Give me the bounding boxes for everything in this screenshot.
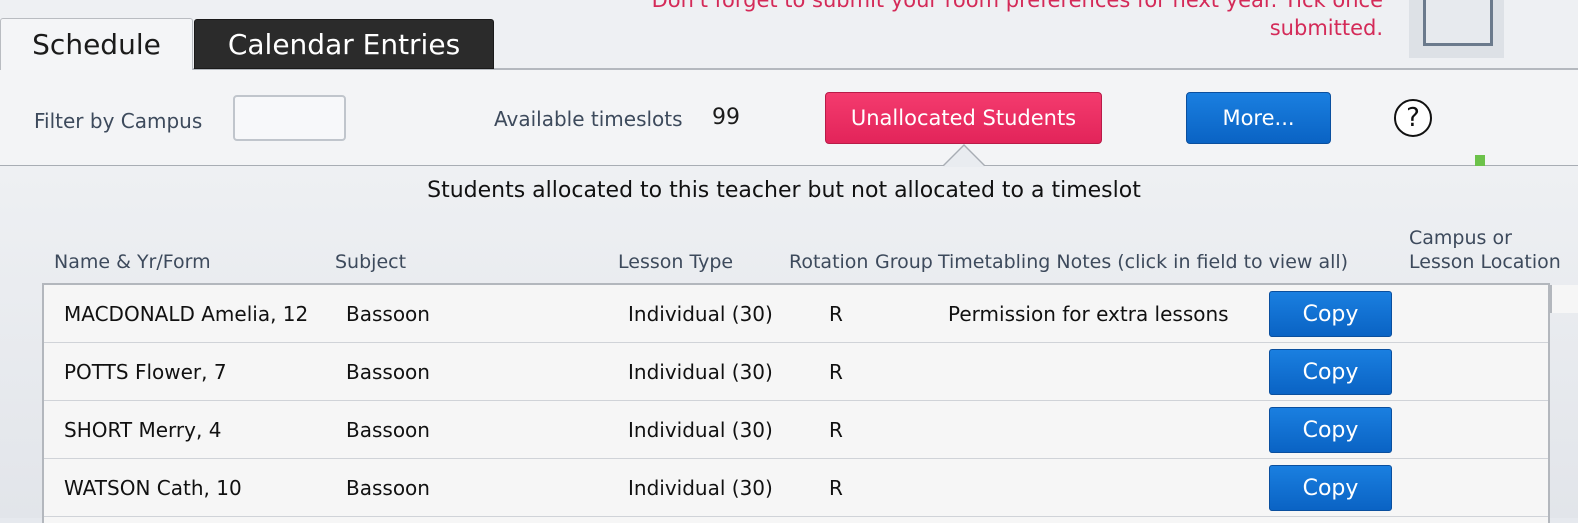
rotation-cell: R: [829, 476, 843, 500]
toolbar: Filter by Campus Available timeslots 99 …: [0, 70, 1578, 166]
lesson-type-cell: Individual (30): [628, 360, 773, 384]
unallocated-students-panel: Students allocated to this teacher but n…: [0, 166, 1578, 523]
lesson-type-cell: Individual (30): [628, 302, 773, 326]
column-header-name: Name & Yr/Form: [54, 251, 211, 273]
timetabling-notes-cell[interactable]: Permission for extra lessons: [948, 302, 1229, 326]
lesson-type-cell: Individual (30): [628, 476, 773, 500]
table-row[interactable]: MACDONALD Amelia, 12 Bassoon Individual …: [44, 285, 1548, 343]
column-header-group: Group: [875, 251, 933, 273]
panel-title: Students allocated to this teacher but n…: [427, 178, 1141, 203]
tab-schedule[interactable]: Schedule: [0, 18, 193, 70]
subject-cell: Bassoon: [346, 476, 430, 500]
status-marker: [1475, 155, 1485, 166]
rotation-cell: R: [829, 302, 843, 326]
more-button[interactable]: More...: [1186, 92, 1331, 144]
available-timeslots-label: Available timeslots: [494, 107, 683, 131]
column-header-timetabling-notes: Timetabling Notes (click in field to vie…: [938, 251, 1349, 273]
available-timeslots-value: 99: [712, 105, 740, 130]
filter-campus-field[interactable]: [233, 95, 346, 141]
subject-cell: Bassoon: [346, 360, 430, 384]
popover-pointer: [943, 146, 985, 167]
notice-line-1: Don't forget to submit your room prefere…: [651, 0, 1383, 12]
copy-button[interactable]: Copy: [1269, 291, 1392, 337]
student-name: SHORT Merry, 4: [64, 418, 222, 442]
lesson-type-cell: Individual (30): [628, 418, 773, 442]
notice-line-2: submitted.: [1269, 16, 1383, 40]
tab-calendar-entries[interactable]: Calendar Entries: [194, 19, 494, 69]
students-table: MACDONALD Amelia, 12 Bassoon Individual …: [42, 283, 1550, 523]
column-header-location-line-1: Campus or: [1409, 227, 1512, 249]
student-name: MACDONALD Amelia, 12: [64, 302, 309, 326]
rotation-cell: R: [829, 360, 843, 384]
submitted-checkbox[interactable]: [1423, 0, 1493, 46]
student-name: WATSON Cath, 10: [64, 476, 242, 500]
column-header-location: Campus or Lesson Location: [1409, 226, 1561, 274]
column-header-subject: Subject: [335, 251, 407, 273]
column-header-location-line-2: Lesson Location: [1409, 251, 1561, 273]
copy-button[interactable]: Copy: [1269, 349, 1392, 395]
table-row[interactable]: SHORT Merry, 4 Bassoon Individual (30) R…: [44, 401, 1548, 459]
rotation-cell: R: [829, 418, 843, 442]
column-header-lesson-type: Lesson Type: [618, 251, 734, 273]
copy-button[interactable]: Copy: [1269, 465, 1392, 511]
table-row[interactable]: WATSON Cath, 10 Bassoon Individual (30) …: [44, 459, 1548, 517]
room-preferences-notice: Don't forget to submit your room prefere…: [563, 0, 1383, 42]
column-header-rotation: Rotation: [789, 251, 869, 273]
submitted-checkbox-area: [1409, 0, 1504, 58]
subject-cell: Bassoon: [346, 302, 430, 326]
unallocated-students-button[interactable]: Unallocated Students: [825, 92, 1102, 144]
scrollbar-stub[interactable]: [1550, 285, 1578, 313]
student-name: POTTS Flower, 7: [64, 360, 227, 384]
copy-button[interactable]: Copy: [1269, 407, 1392, 453]
table-row[interactable]: POTTS Flower, 7 Bassoon Individual (30) …: [44, 343, 1548, 401]
help-icon[interactable]: ?: [1394, 99, 1432, 137]
subject-cell: Bassoon: [346, 418, 430, 442]
filter-campus-label: Filter by Campus: [34, 109, 203, 133]
